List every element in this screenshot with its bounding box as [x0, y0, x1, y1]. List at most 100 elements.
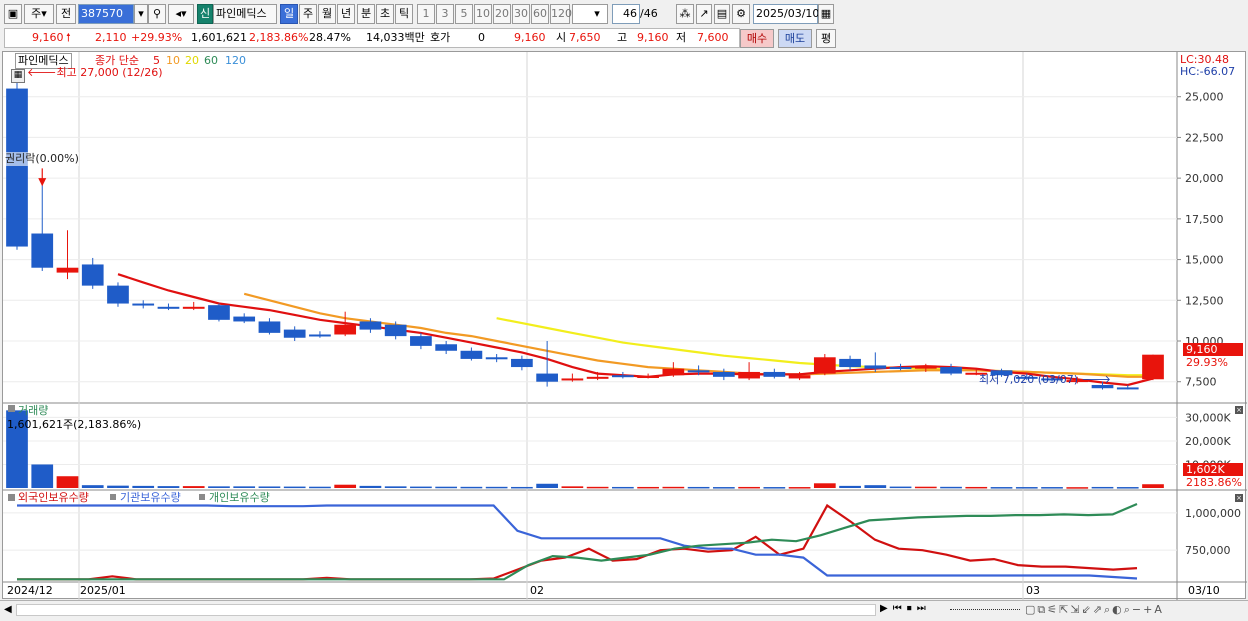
volume-bar	[81, 485, 104, 488]
candle	[157, 306, 180, 309]
drawing-tools[interactable]: ▢⧉⚟⇱⇲⇙⇗⌕◐⌕−+A	[1025, 603, 1164, 617]
candle	[31, 233, 54, 268]
speaker-icon[interactable]: ◂▾	[168, 4, 194, 24]
panel-marker	[8, 405, 15, 412]
candle	[662, 368, 685, 376]
playback-controls[interactable]: ▶⏮⏹⏭	[880, 603, 931, 614]
zoom-slider[interactable]	[950, 609, 1020, 613]
code-input[interactable]: 387570	[78, 4, 134, 24]
volume-bar	[586, 486, 609, 489]
low-label: 저	[676, 31, 687, 44]
date-input[interactable]: 2025/03/10	[753, 4, 819, 24]
hoga-value: 0	[478, 31, 485, 44]
prev-button[interactable]: 전	[56, 4, 76, 24]
interval-3[interactable]: 3	[436, 4, 454, 24]
volume-bar	[359, 485, 382, 488]
hoga-price: 9,160	[514, 31, 546, 44]
chart-svg[interactable]: 7,50010,00012,50015,00017,50020,00022,50…	[3, 52, 1247, 600]
calendar-icon[interactable]: ▦	[11, 69, 25, 83]
count-input[interactable]: 46	[612, 4, 640, 24]
quote-turnover: 28.47%	[309, 31, 351, 44]
candle	[233, 316, 256, 322]
y-tick-label: 20,000K	[1185, 435, 1231, 448]
chevron-down-icon[interactable]: ▾	[134, 4, 148, 24]
candle	[309, 334, 331, 337]
period-month[interactable]: 월	[318, 4, 336, 24]
legend-ma60: 60	[204, 54, 218, 67]
close-icon[interactable]: ×	[1235, 406, 1243, 414]
series-line-ma10	[243, 292, 1153, 378]
low-value: 7,600	[697, 31, 729, 44]
candle	[56, 267, 79, 273]
gear-icon[interactable]: ⚙	[732, 4, 750, 24]
interval-select[interactable]: ▾	[572, 4, 608, 24]
volume-bar	[258, 486, 281, 488]
period-tick[interactable]: 틱	[395, 4, 413, 24]
candle	[359, 321, 382, 330]
period-day[interactable]: 일	[280, 4, 298, 24]
volume-bar	[107, 485, 129, 488]
volume-bar	[1116, 487, 1139, 489]
volume-bar	[410, 486, 432, 489]
eval-button[interactable]: 평	[816, 29, 836, 48]
y-tick-label: 1,000,000	[1185, 507, 1241, 520]
candle	[914, 365, 937, 369]
new-badge: 신	[197, 4, 213, 24]
scrollbar-track[interactable]	[16, 604, 876, 616]
last-price-tag: 9,160	[1183, 343, 1243, 356]
max-note-text: 최고 27,000 (12/26)	[56, 66, 163, 79]
candle	[940, 367, 962, 374]
stock-name[interactable]: 파인메딕스	[213, 4, 277, 24]
sell-button[interactable]: 매도	[778, 29, 812, 48]
interval-60[interactable]: 60	[531, 4, 549, 24]
period-minute[interactable]: 분	[357, 4, 375, 24]
save-icon[interactable]: ▤	[714, 4, 730, 24]
period-week[interactable]: 주	[299, 4, 317, 24]
candle	[637, 376, 659, 379]
draw-icon[interactable]: ↗	[696, 4, 712, 24]
interval-5[interactable]: 5	[455, 4, 473, 24]
volume-bar	[233, 486, 256, 488]
volume-bar	[309, 486, 331, 489]
interval-20[interactable]: 20	[493, 4, 511, 24]
search-icon[interactable]: ⚲	[148, 4, 166, 24]
buy-button[interactable]: 매수	[740, 29, 774, 48]
volume-bar	[208, 486, 230, 488]
candle	[687, 370, 710, 373]
high-value: 9,160	[637, 31, 669, 44]
candle	[536, 373, 558, 382]
volume-bar	[1142, 484, 1164, 488]
close-icon[interactable]: ×	[1235, 494, 1243, 502]
legend-foreign: 외국인보유수량	[18, 491, 89, 504]
interval-30[interactable]: 30	[512, 4, 530, 24]
candle	[208, 305, 230, 320]
period-year[interactable]: 년	[337, 4, 355, 24]
y-tick-label: 15,000	[1185, 254, 1224, 267]
candle	[738, 371, 760, 379]
volume-bar	[56, 476, 79, 488]
count-total: /46	[640, 7, 658, 20]
mode-select[interactable]: 주▾	[24, 4, 54, 24]
quote-price: 9,160	[32, 31, 64, 44]
candle	[889, 367, 912, 370]
chart-type-icon[interactable]: ▣	[4, 4, 22, 24]
volume-bar	[561, 486, 584, 488]
legend-ma10: 10	[166, 54, 180, 67]
candle	[258, 321, 281, 333]
chart-container: 7,500 10,000 12,500 15,000 17,500 20,000 22,50…	[2, 51, 1247, 600]
zoom-icon[interactable]: ⁂	[676, 4, 694, 24]
calendar-icon[interactable]: ▦	[818, 4, 834, 24]
volume-bar	[864, 485, 887, 488]
interval-120[interactable]: 120	[550, 4, 572, 24]
interval-10[interactable]: 10	[474, 4, 492, 24]
candle	[612, 375, 634, 378]
interval-1[interactable]: 1	[417, 4, 435, 24]
quote-amount: 14,033백만	[366, 31, 425, 44]
candle	[511, 358, 533, 368]
holding-line-2	[17, 502, 1138, 581]
scroll-left-icon[interactable]: ◀	[4, 604, 12, 615]
candle	[788, 375, 811, 379]
y-tick-label: 12,500	[1185, 294, 1224, 307]
quote-volume: 1,601,621	[191, 31, 247, 44]
period-second[interactable]: 초	[376, 4, 394, 24]
